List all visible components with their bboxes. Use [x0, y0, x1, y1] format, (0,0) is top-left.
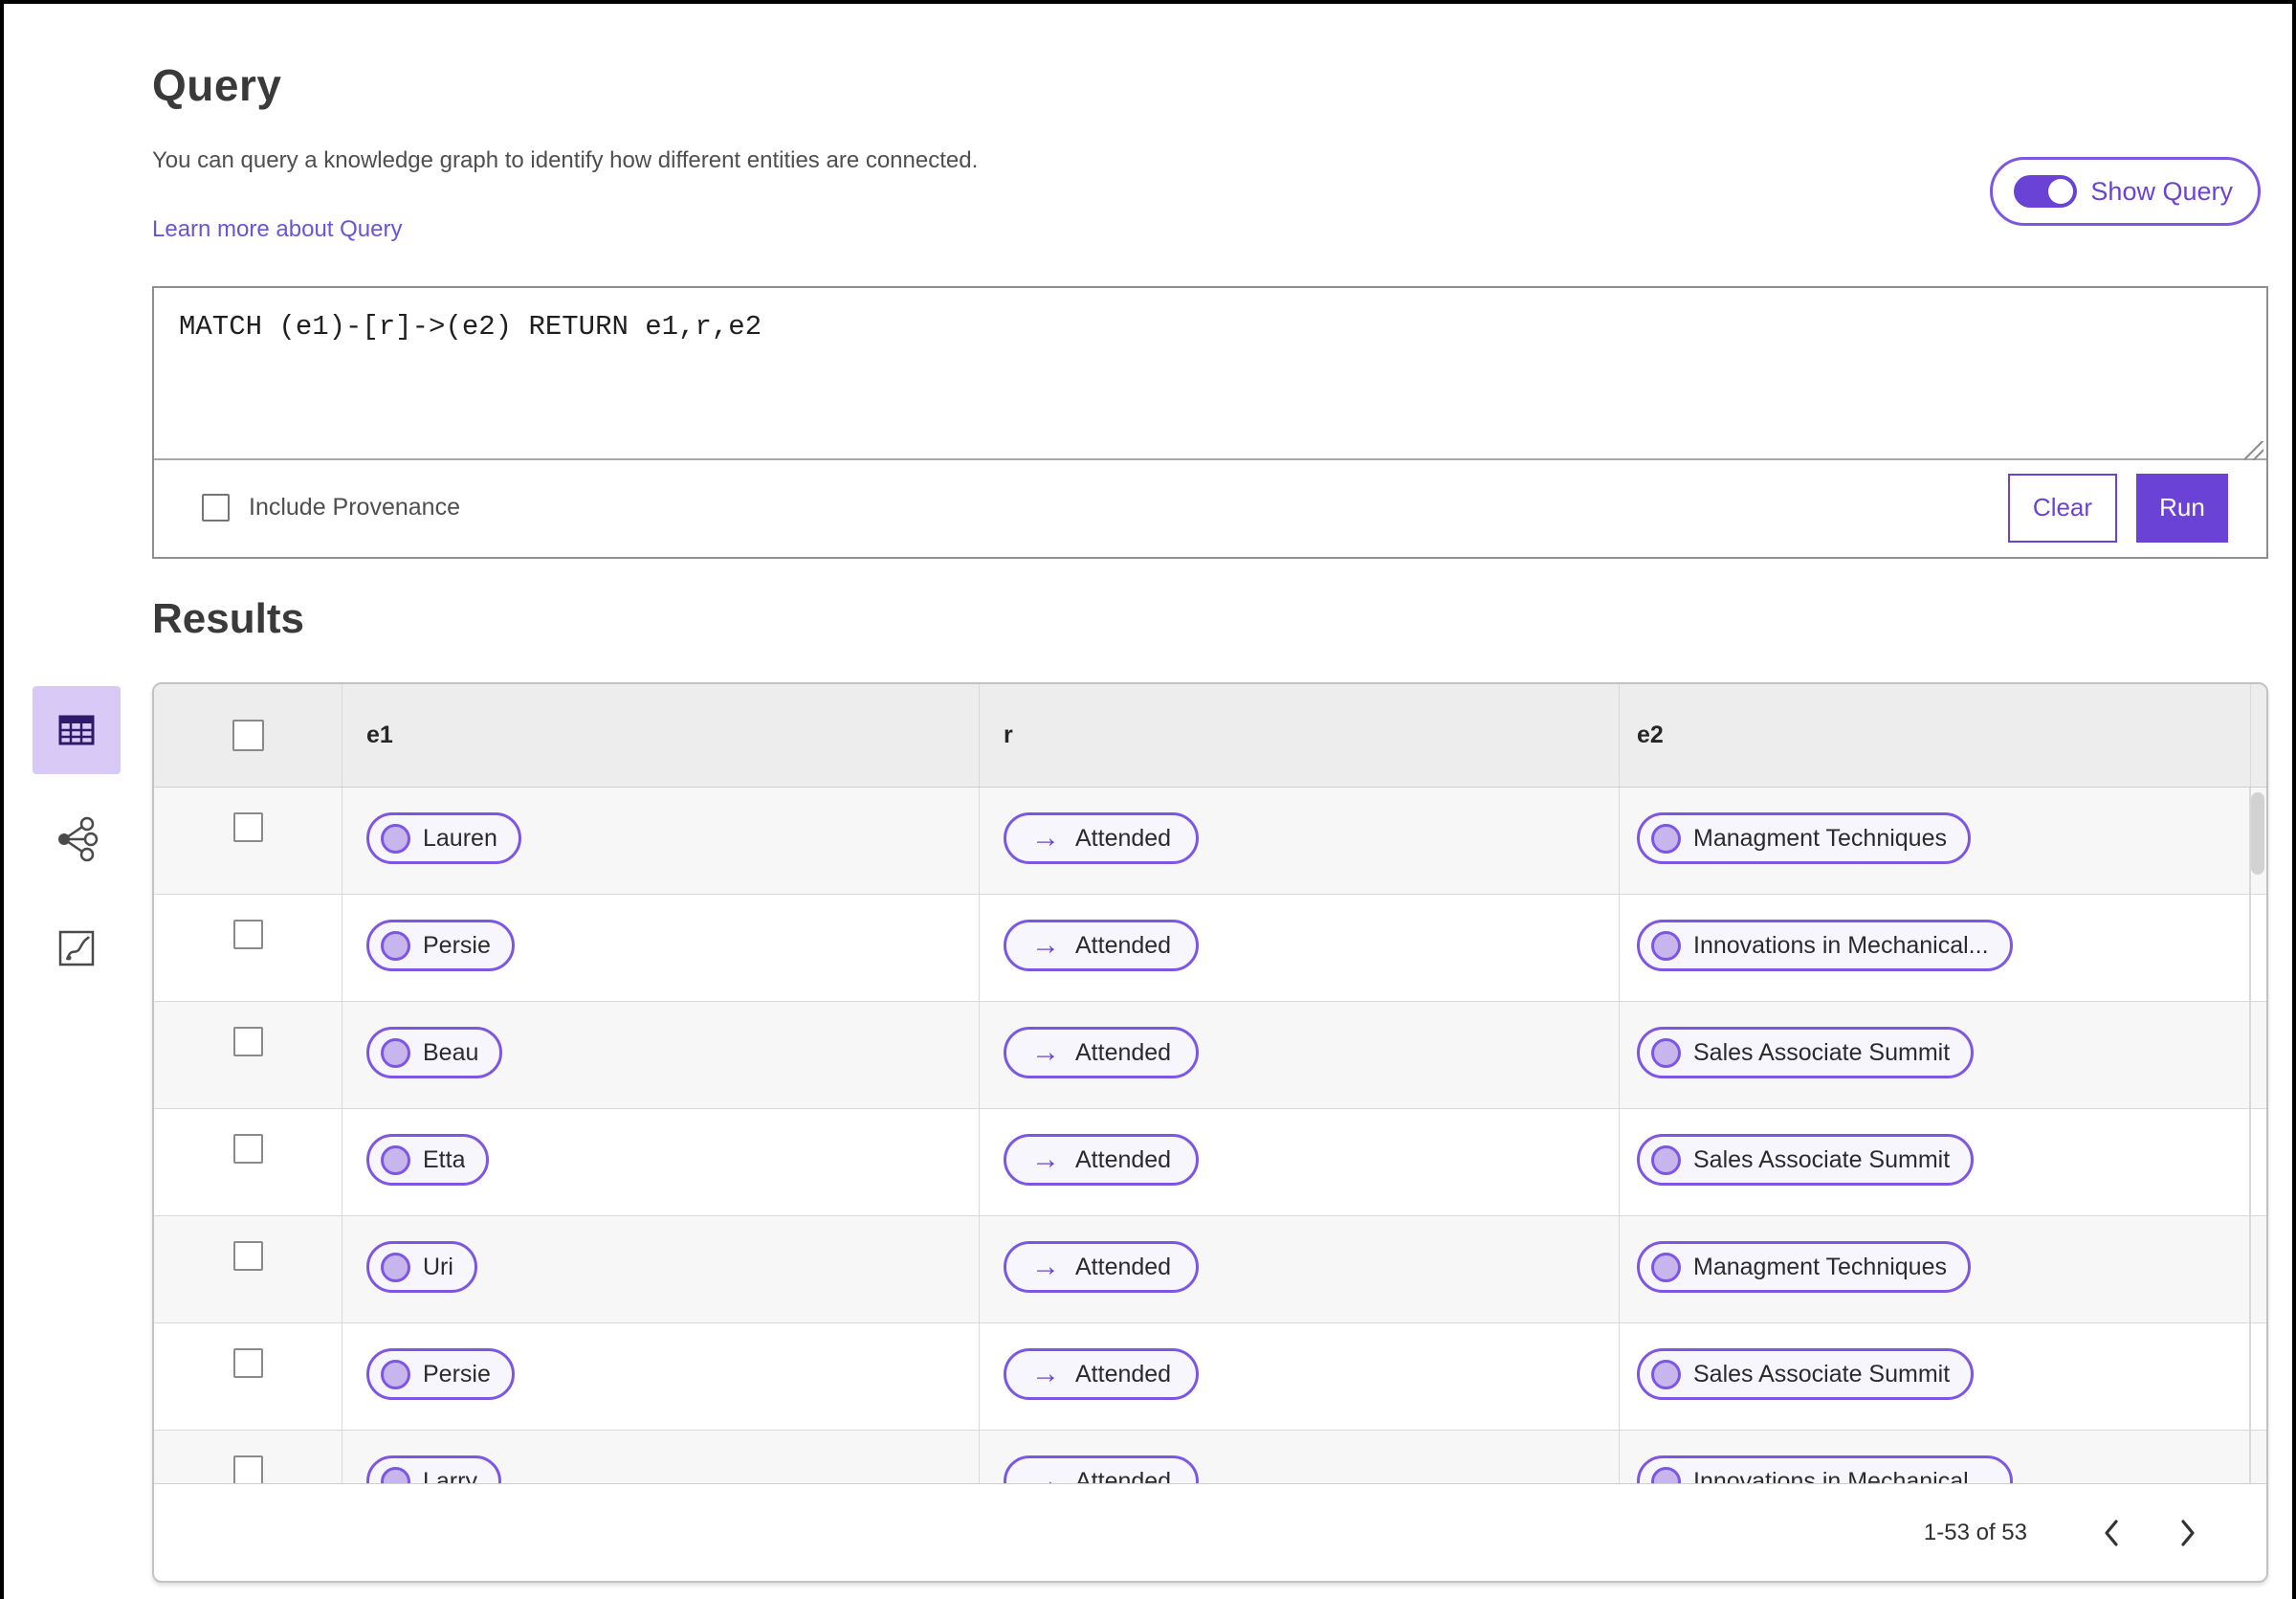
results-table-body: Lauren → Attended Managment Techniques Pe…	[154, 788, 2266, 1483]
entity-pill[interactable]: Innovations in Mechanical...	[1637, 1455, 2013, 1483]
learn-more-link[interactable]: Learn more about Query	[152, 216, 402, 243]
node-icon	[381, 1359, 410, 1389]
relation-pill[interactable]: → Attended	[1004, 920, 1200, 971]
relation-pill[interactable]: → Attended	[1004, 1241, 1200, 1293]
relation-arrow-icon: →	[1031, 1251, 1060, 1282]
entity-pill[interactable]: Uri	[366, 1241, 477, 1293]
entity-pill[interactable]: Sales Associate Summit	[1637, 1348, 1975, 1400]
relation-arrow-icon: →	[1031, 929, 1060, 961]
row-checkbox[interactable]	[232, 1455, 263, 1483]
table-view-button[interactable]	[33, 686, 121, 774]
graph-view-icon	[58, 816, 99, 862]
relation-arrow-icon: →	[1031, 1036, 1060, 1068]
table-row: Persie → Attended Innovations in Mechanic…	[154, 895, 2266, 1002]
row-checkbox[interactable]	[232, 1134, 263, 1164]
table-row: Etta → Attended Sales Associate Summit	[154, 1109, 2266, 1216]
row-checkbox[interactable]	[232, 812, 263, 842]
graph-view-button[interactable]	[33, 795, 121, 883]
table-row: Persie → Attended Sales Associate Summit	[154, 1323, 2266, 1431]
entity-pill[interactable]: Persie	[366, 920, 515, 971]
run-button[interactable]: Run	[2136, 473, 2228, 543]
query-action-buttons: Clear Run	[2008, 473, 2228, 543]
table-row: Beau → Attended Sales Associate Summit	[154, 1002, 2266, 1109]
scrollbar-thumb[interactable]	[2251, 792, 2264, 875]
node-icon	[381, 1252, 410, 1282]
row-checkbox[interactable]	[232, 1027, 263, 1056]
relation-pill[interactable]: → Attended	[1004, 1134, 1200, 1186]
header-scrollbar-cell	[2251, 684, 2266, 787]
relation-arrow-icon: →	[1031, 822, 1060, 854]
results-view-switcher	[33, 686, 121, 992]
entity-pill[interactable]: Beau	[366, 1027, 503, 1078]
row-checkbox[interactable]	[232, 920, 263, 949]
relation-pill[interactable]: → Attended	[1004, 1027, 1200, 1078]
include-provenance-label: Include Provenance	[249, 494, 460, 521]
show-query-label: Show Query	[2090, 176, 2233, 206]
include-provenance-option[interactable]: Include Provenance	[202, 494, 460, 522]
toggle-knob	[2048, 179, 2074, 204]
node-icon	[1651, 1144, 1681, 1175]
chart-view-button[interactable]	[33, 904, 121, 992]
column-header-r[interactable]: r	[980, 684, 1620, 787]
select-all-checkbox[interactable]	[232, 720, 264, 751]
node-icon	[1651, 1359, 1681, 1389]
node-icon	[381, 1144, 410, 1175]
relation-arrow-icon: →	[1031, 1465, 1060, 1484]
results-table: e1 r e2 Lauren → Attended Managment Techn…	[152, 682, 2268, 1583]
entity-pill[interactable]: Managment Techniques	[1637, 1241, 1971, 1293]
table-view-icon	[58, 715, 95, 745]
relation-arrow-icon: →	[1031, 1144, 1060, 1175]
textarea-resize-grip-icon[interactable]	[2244, 441, 2263, 460]
chevron-left-icon	[2105, 1519, 2118, 1546]
table-row: Lauren → Attended Managment Techniques	[154, 788, 2266, 895]
previous-page-button[interactable]	[2083, 1504, 2140, 1562]
table-row: Larry → Attended Innovations in Mechanica…	[154, 1431, 2266, 1483]
page-description: You can query a knowledge graph to ident…	[152, 147, 979, 173]
relation-pill[interactable]: → Attended	[1004, 1348, 1200, 1400]
column-header-e2[interactable]: e2	[1620, 684, 2251, 787]
query-input[interactable]: MATCH (e1)-[r]->(e2) RETURN e1,r,e2	[154, 288, 2266, 460]
entity-pill[interactable]: Persie	[366, 1348, 515, 1400]
node-icon	[381, 1466, 410, 1483]
results-table-header: e1 r e2	[154, 684, 2266, 788]
page-title: Query	[152, 60, 282, 110]
clear-button[interactable]: Clear	[2008, 473, 2117, 543]
results-title: Results	[152, 595, 304, 642]
entity-pill[interactable]: Innovations in Mechanical...	[1637, 920, 2013, 971]
relation-pill[interactable]: → Attended	[1004, 812, 1200, 864]
row-checkbox[interactable]	[232, 1241, 263, 1271]
results-table-footer: 1-53 of 53	[154, 1483, 2266, 1581]
entity-pill[interactable]: Sales Associate Summit	[1637, 1027, 1975, 1078]
node-icon	[381, 930, 410, 961]
next-page-button[interactable]	[2159, 1504, 2217, 1562]
show-query-toggle[interactable]: Show Query	[1990, 157, 2261, 226]
entity-pill[interactable]: Larry	[366, 1455, 501, 1483]
node-icon	[381, 1037, 410, 1068]
row-checkbox[interactable]	[232, 1348, 263, 1378]
header-checkbox-cell	[154, 684, 342, 787]
node-icon	[1651, 930, 1681, 961]
node-icon	[1651, 1466, 1681, 1483]
query-editor-footer: Include Provenance Clear Run	[154, 460, 2266, 555]
entity-pill[interactable]: Etta	[366, 1134, 490, 1186]
entity-pill[interactable]: Sales Associate Summit	[1637, 1134, 1975, 1186]
pagination-range-label: 1-53 of 53	[1923, 1519, 2027, 1545]
toggle-switch-icon[interactable]	[2014, 175, 2078, 208]
query-page: Query Show Query You can query a knowled…	[0, 0, 2296, 1599]
node-icon	[1651, 823, 1681, 854]
node-icon	[1651, 1037, 1681, 1068]
chart-view-icon	[58, 930, 95, 966]
node-icon	[1651, 1252, 1681, 1282]
query-editor-panel: MATCH (e1)-[r]->(e2) RETURN e1,r,e2 Incl…	[152, 286, 2268, 559]
relation-pill[interactable]: → Attended	[1004, 1455, 1200, 1484]
entity-pill[interactable]: Managment Techniques	[1637, 812, 1971, 864]
entity-pill[interactable]: Lauren	[366, 812, 521, 864]
table-row: Uri → Attended Managment Techniques	[154, 1216, 2266, 1323]
column-header-e1[interactable]: e1	[342, 684, 980, 787]
include-provenance-checkbox[interactable]	[202, 494, 230, 522]
node-icon	[381, 823, 410, 854]
relation-arrow-icon: →	[1031, 1358, 1060, 1389]
scrollbar-track	[2249, 788, 2250, 1483]
chevron-right-icon	[2181, 1519, 2195, 1546]
